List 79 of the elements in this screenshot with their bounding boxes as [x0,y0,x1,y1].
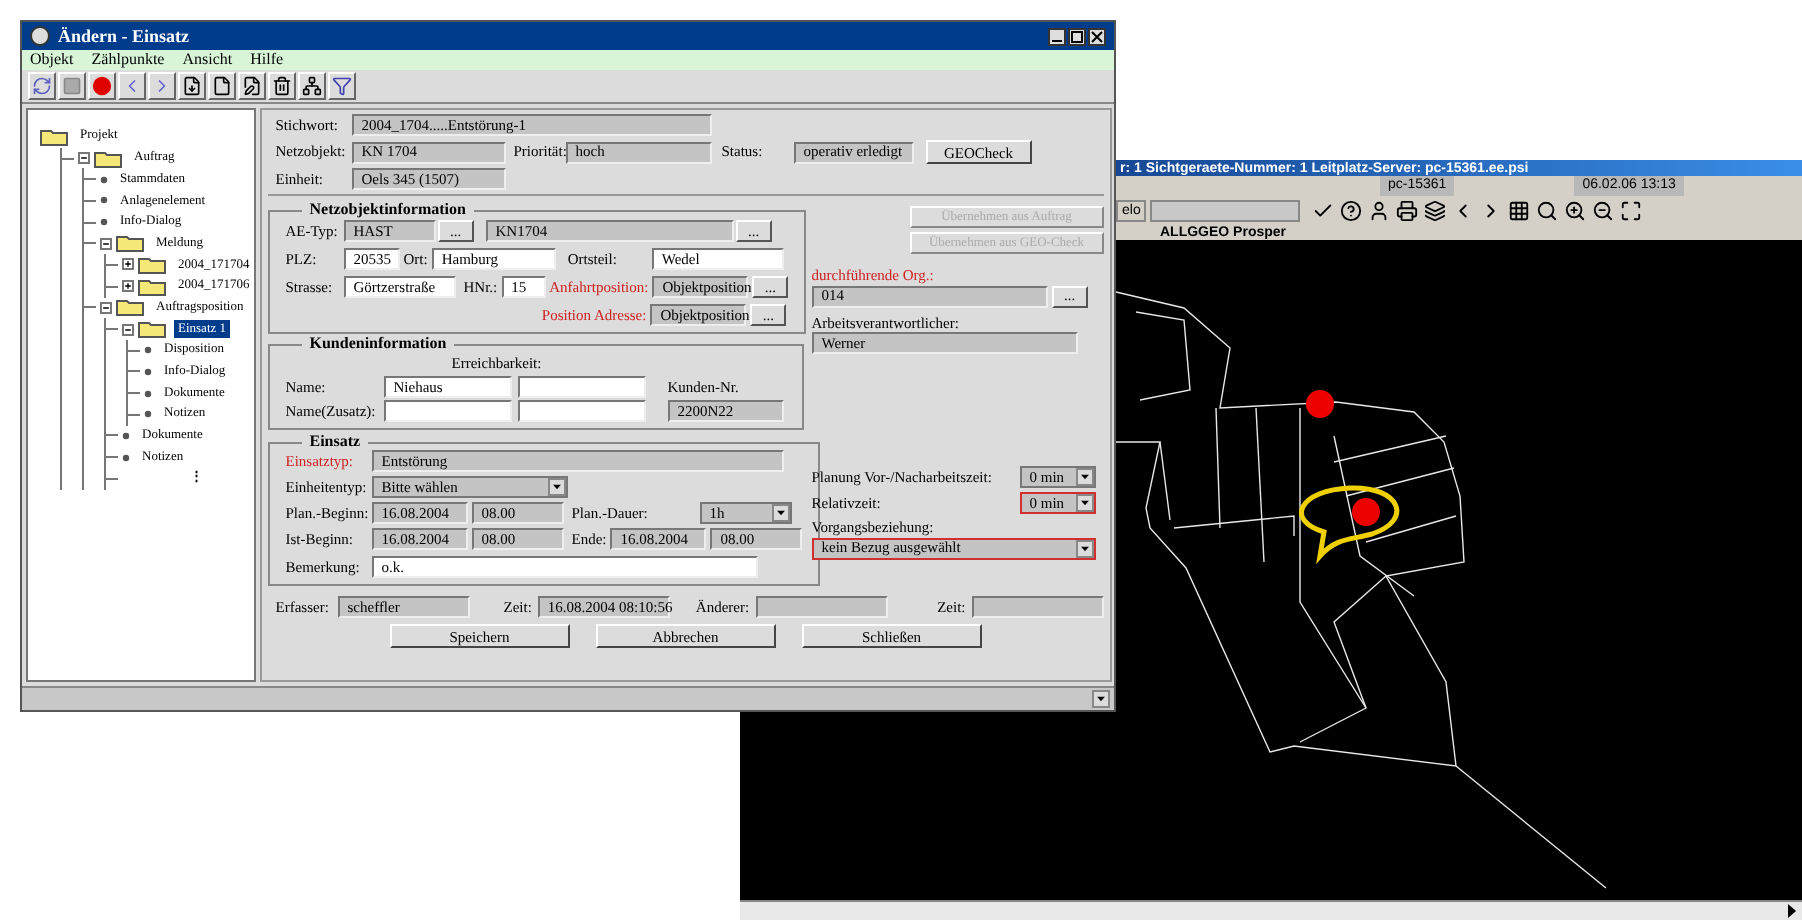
maximize-icon[interactable] [1620,199,1643,221]
menu-item[interactable]: Objekt [30,48,74,72]
input-field[interactable] [1150,199,1301,221]
minus-icon [124,325,132,334]
grid-icon[interactable] [1508,199,1531,221]
dropdown-arrow-icon [1075,468,1094,486]
check-icon[interactable] [1312,199,1335,221]
section-title: Kundeninformation [307,336,449,352]
rotate-icon [32,76,52,96]
bullet-icon [122,431,130,440]
menu-item[interactable]: Zählpunkte [91,48,165,72]
bullet-icon [144,346,152,355]
user-icon[interactable] [1368,199,1391,221]
section-title: Netzobjektinformation [307,202,468,218]
minus-icon [102,303,110,312]
minimize-icon[interactable] [1048,27,1066,45]
window-title: Ändern - Einsatz [58,27,190,45]
folder-icon [138,255,166,274]
filter-icon [332,76,352,96]
zoom-in-icon[interactable] [1564,199,1587,221]
expand-toggle[interactable] [122,258,134,271]
bullet-icon [100,175,108,184]
stop-icon [62,76,82,96]
folder-icon [116,234,144,253]
toolbar-button[interactable] [178,72,206,100]
text-field[interactable] [517,376,646,399]
folder-icon [116,298,144,317]
bullet-icon [122,453,130,462]
collapse-toggle[interactable] [122,323,134,336]
horizontal-scrollbar[interactable] [740,900,1802,920]
help-icon[interactable] [1340,199,1363,221]
search-icon[interactable] [1536,199,1559,221]
bullet-icon [144,410,152,419]
record-icon [92,76,112,96]
text-field[interactable] [971,596,1104,619]
folder-icon [40,127,68,146]
printer-icon[interactable] [1396,199,1419,221]
toolbar-button[interactable] [298,72,326,100]
folder-icon [138,277,166,296]
speech-bubble-icon [1299,485,1400,559]
layers-icon[interactable] [1424,199,1447,221]
toolbar-button[interactable] [208,72,236,100]
plus-icon [124,260,132,269]
collapse-toggle[interactable] [100,237,112,250]
text-field[interactable] [755,596,888,619]
bullet-icon [100,218,108,227]
plus-icon [124,282,132,291]
menu-item[interactable]: Hilfe [250,48,284,72]
toolbar-button[interactable] [328,72,356,100]
bullet-icon [100,196,108,205]
document-icon [212,76,232,96]
bullet-icon [144,389,152,398]
app-icon [30,26,50,46]
zoom-out-icon[interactable] [1592,199,1615,221]
text-field[interactable] [517,400,646,423]
toolbar-button[interactable] [238,72,266,100]
hierarchy-icon [302,76,322,96]
collapse-toggle[interactable] [78,152,90,165]
document-arrow-icon [182,76,202,96]
close-icon[interactable] [1088,27,1106,45]
bullet-icon [144,367,152,376]
toolbar-button[interactable] [268,72,296,100]
minus-icon [80,154,88,163]
document-pencil-icon [242,76,262,96]
menu-item[interactable]: Ansicht [182,48,233,72]
collapse-toggle[interactable] [100,301,112,314]
section-title: Einsatz [307,434,363,451]
marker-dot [1352,498,1380,526]
text-field[interactable] [383,400,512,423]
minus-icon [102,239,110,248]
maximize-icon[interactable] [1068,27,1086,45]
dropdown-arrow-icon[interactable] [1092,690,1110,708]
marker-dot [1306,390,1334,418]
expand-toggle[interactable] [122,280,134,293]
folder-icon [138,320,166,339]
folder-icon [94,149,122,168]
dropdown-arrow-icon [1075,494,1094,512]
trash-icon [272,76,292,96]
dropdown-arrow-icon [1075,539,1094,557]
